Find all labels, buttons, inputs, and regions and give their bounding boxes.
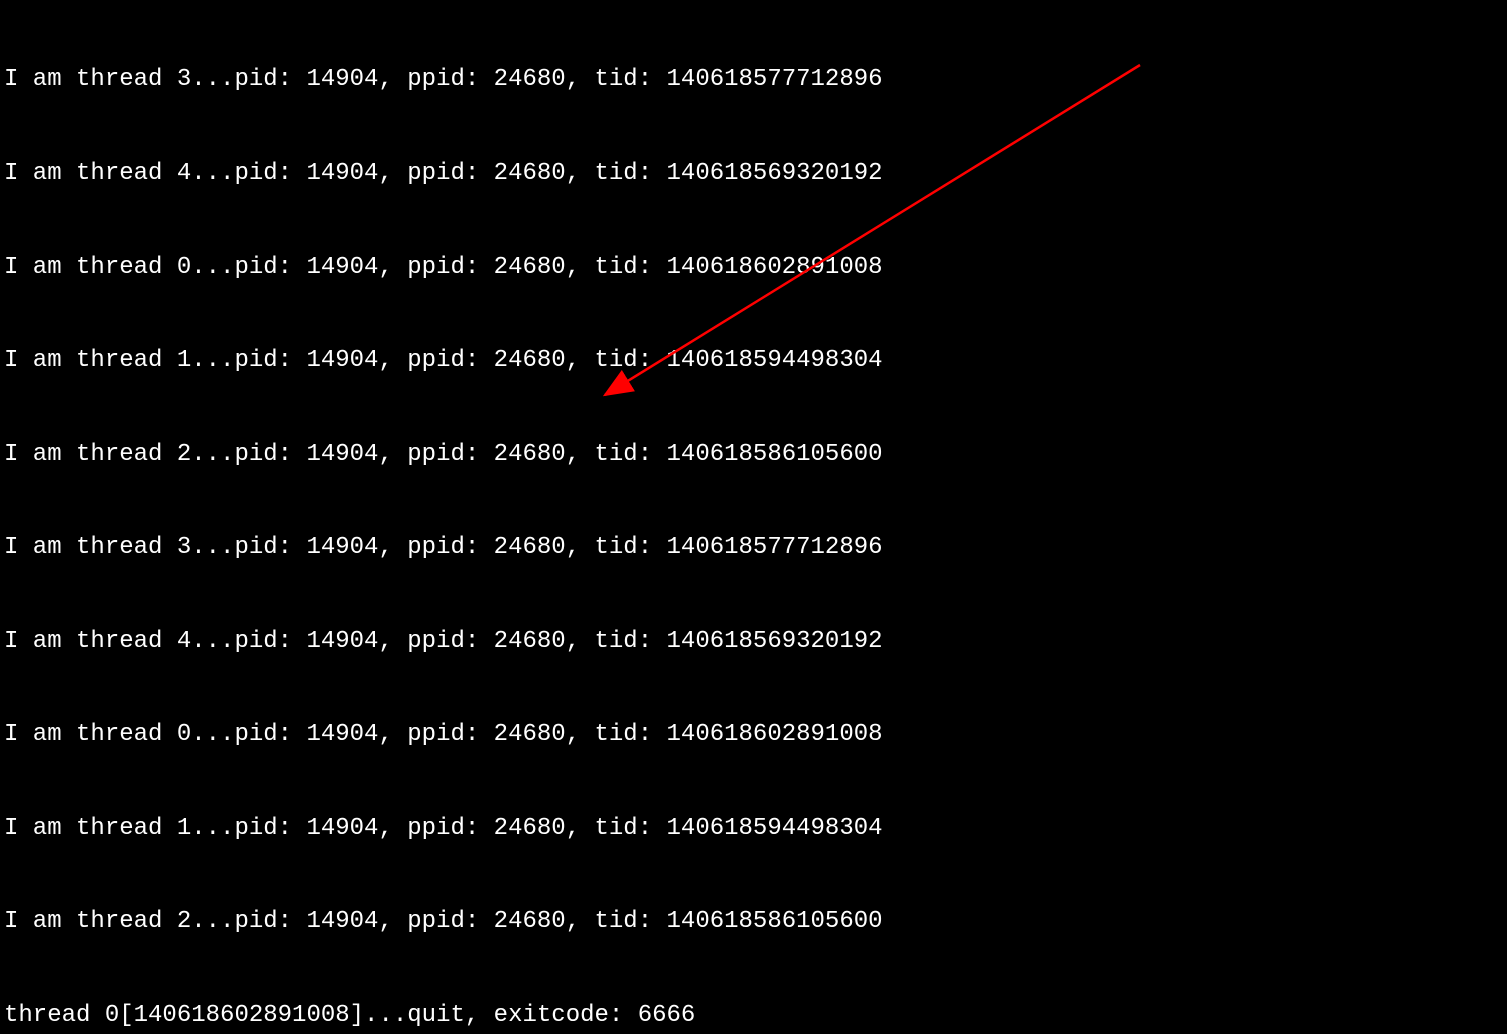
output-line: I am thread 0...pid: 14904, ppid: 24680,… — [4, 252, 1503, 283]
output-line: I am thread 1...pid: 14904, ppid: 24680,… — [4, 813, 1503, 844]
output-line: I am thread 3...pid: 14904, ppid: 24680,… — [4, 532, 1503, 563]
output-line: thread 0[140618602891008]...quit, exitco… — [4, 1000, 1503, 1031]
output-line: I am thread 4...pid: 14904, ppid: 24680,… — [4, 626, 1503, 657]
output-line: I am thread 1...pid: 14904, ppid: 24680,… — [4, 345, 1503, 376]
output-line: I am thread 3...pid: 14904, ppid: 24680,… — [4, 64, 1503, 95]
output-line: I am thread 0...pid: 14904, ppid: 24680,… — [4, 719, 1503, 750]
output-line: I am thread 2...pid: 14904, ppid: 24680,… — [4, 906, 1503, 937]
output-line: I am thread 2...pid: 14904, ppid: 24680,… — [4, 439, 1503, 470]
output-line: I am thread 4...pid: 14904, ppid: 24680,… — [4, 158, 1503, 189]
terminal-output[interactable]: I am thread 3...pid: 14904, ppid: 24680,… — [4, 2, 1503, 1034]
